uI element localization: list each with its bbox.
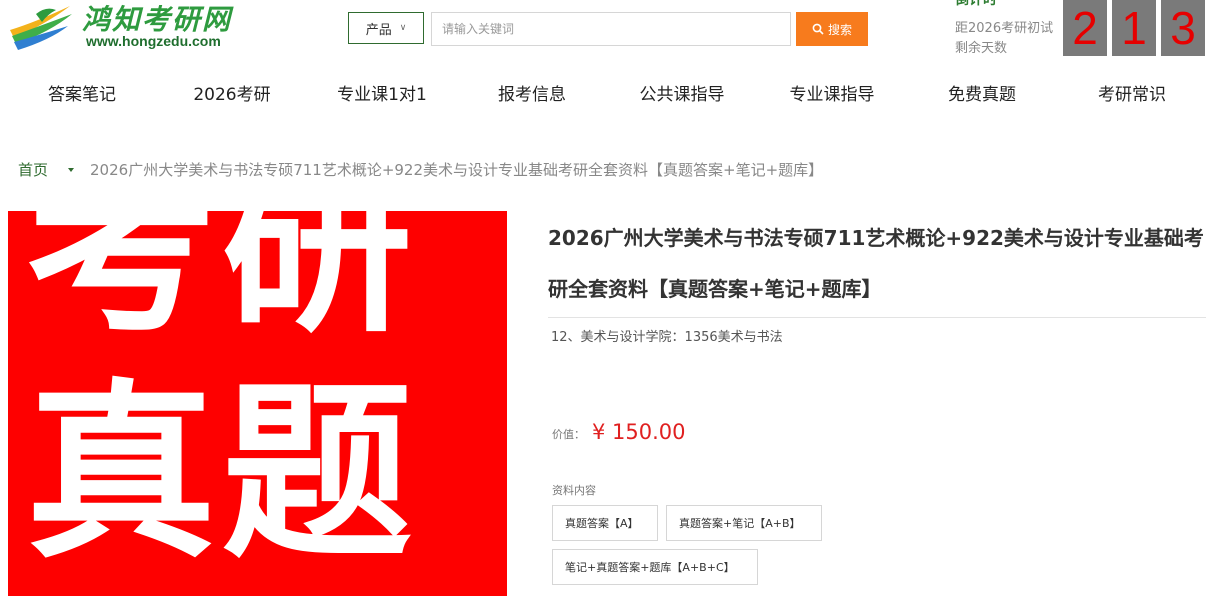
nav-item-exam-info[interactable]: 报考信息 — [457, 80, 607, 105]
option-answers-a[interactable]: 真题答案【A】 — [552, 505, 658, 541]
chevron-down-icon: ∨ — [399, 23, 407, 33]
countdown-line1: 距2026考研初试 — [955, 21, 1054, 36]
product-image-text-line1: 考研 — [26, 211, 419, 358]
countdown-digit: 2 — [1063, 0, 1107, 56]
price-value: ¥ 150.00 — [592, 420, 686, 444]
nav-item-free-papers[interactable]: 免费真题 — [907, 80, 1057, 105]
search-button-label: 搜索 — [827, 22, 852, 37]
product-image: 考研 真题 — [8, 211, 507, 596]
countdown-digit: 1 — [1112, 0, 1156, 56]
breadcrumb: 首页 2026广州大学美术与书法专硕711艺术概论+922美术与设计专业基础考研… — [18, 159, 823, 180]
product-image-text-line2: 真题 — [26, 363, 419, 584]
breadcrumb-separator-icon — [68, 167, 75, 172]
countdown-digit: 3 — [1161, 0, 1205, 56]
nav-item-public-course[interactable]: 公共课指导 — [607, 80, 757, 105]
product-category-select[interactable]: 产品 ∨ — [348, 12, 424, 44]
nav-item-answer-notes[interactable]: 答案笔记 — [7, 80, 157, 105]
content-label: 资料内容 — [552, 484, 596, 497]
search-input[interactable] — [431, 12, 791, 46]
main-nav: 答案笔记 2026考研 专业课1对1 报考信息 公共课指导 专业课指导 免费真题… — [0, 80, 1206, 110]
price-label: 价值： — [552, 428, 585, 441]
product-subtitle: 12、美术与设计学院：1356美术与书法 — [551, 330, 783, 345]
search-button[interactable]: 搜索 — [796, 12, 868, 46]
option-notes-answers-bank-abc[interactable]: 笔记+真题答案+题库【A+B+C】 — [552, 549, 758, 585]
book-logo-icon — [10, 6, 72, 50]
site-logo[interactable]: 鸿知考研网 www.hongzedu.com — [6, 0, 246, 56]
title-divider — [548, 317, 1206, 318]
breadcrumb-current: 2026广州大学美术与书法专硕711艺术概论+922美术与设计专业基础考研全套资… — [90, 161, 824, 179]
product-title: 2026广州大学美术与书法专硕711艺术概论+922美术与设计专业基础考研全套资… — [548, 226, 1204, 301]
logo-url: www.hongzedu.com — [86, 33, 221, 49]
product-select-value: 产品 — [365, 22, 392, 38]
option-answers-notes-ab[interactable]: 真题答案+笔记【A+B】 — [666, 505, 822, 541]
countdown-line2: 剩余天数 — [955, 41, 1008, 56]
countdown-title: 倒计时 — [955, 0, 997, 8]
nav-item-major-course[interactable]: 专业课指导 — [757, 80, 907, 105]
breadcrumb-home-link[interactable]: 首页 — [18, 159, 48, 180]
nav-item-knowledge[interactable]: 考研常识 — [1057, 80, 1206, 105]
nav-item-2026[interactable]: 2026考研 — [157, 80, 307, 105]
search-icon — [812, 23, 824, 35]
nav-item-one-on-one[interactable]: 专业课1对1 — [307, 80, 457, 105]
